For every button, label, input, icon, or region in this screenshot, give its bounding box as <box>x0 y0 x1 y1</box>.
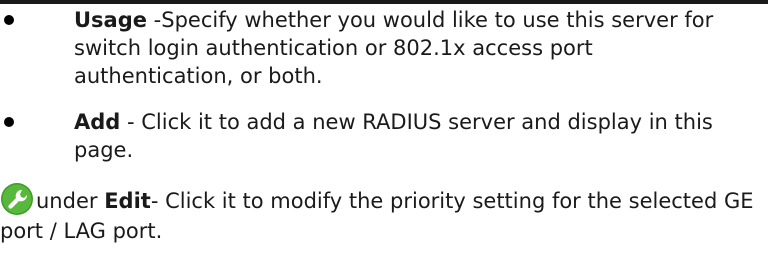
usage-description: -Specify whether you would like to use t… <box>74 8 714 88</box>
term-add: Add <box>74 110 121 134</box>
edit-paragraph: under Edit- Click it to modify the prior… <box>0 182 760 246</box>
term-edit: Edit <box>104 189 151 213</box>
edit-prefix: under <box>36 189 105 213</box>
list-item-text: Add - Click it to add a new RADIUS serve… <box>74 108 754 164</box>
wrench-icon <box>1 183 33 215</box>
top-rule <box>0 0 768 4</box>
add-description: - Click it to add a new RADIUS server an… <box>74 110 713 162</box>
term-usage: Usage <box>74 8 147 32</box>
bullet-icon <box>4 15 14 25</box>
list-item-text: Usage -Specify whether you would like to… <box>74 6 754 90</box>
bullet-icon <box>4 117 14 127</box>
